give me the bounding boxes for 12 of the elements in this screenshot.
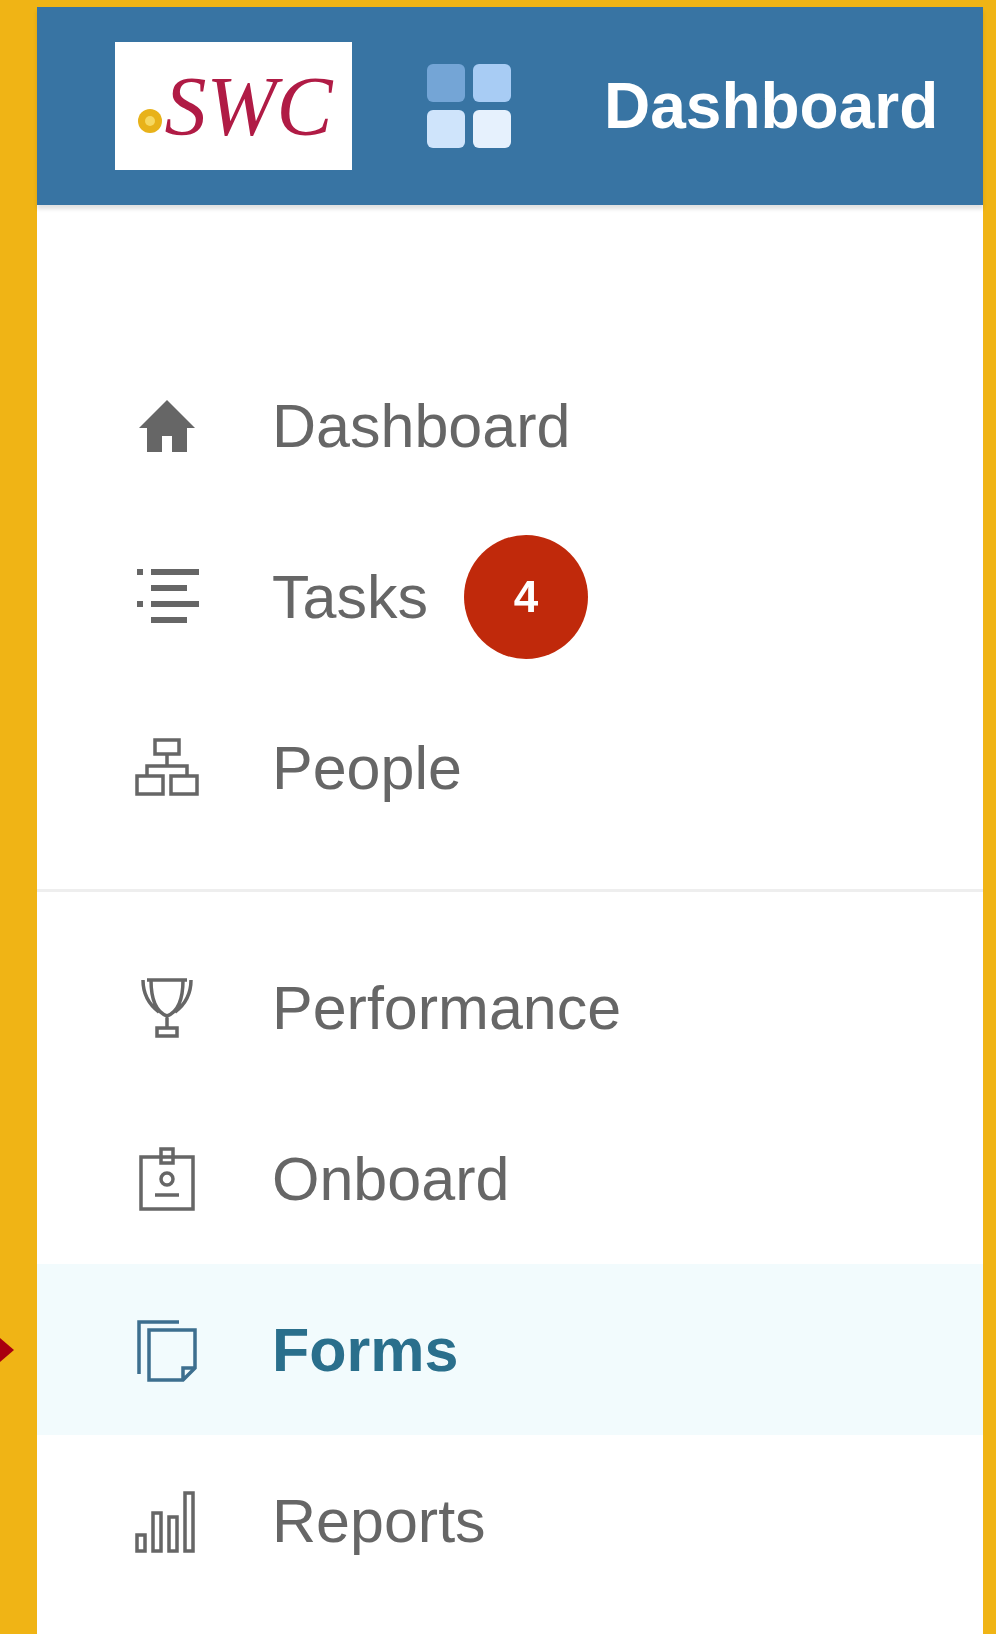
nav-item[interactable]: Reports [37, 1435, 983, 1606]
nav-item[interactable]: Performance [37, 922, 983, 1093]
documents-icon [135, 1317, 199, 1382]
nav-item[interactable]: Dashboard [37, 340, 983, 511]
logo-text: SWC [164, 58, 333, 155]
page-title: Dashboard [604, 69, 939, 143]
nav-item[interactable]: Tasks 4 [37, 511, 983, 682]
app-grid-icon[interactable] [427, 64, 511, 148]
nav-item[interactable]: People [37, 682, 983, 853]
nav-item[interactable]: Onboard [37, 1093, 983, 1264]
count-badge: 4 [463, 534, 588, 659]
pointer-icon [0, 1337, 14, 1362]
